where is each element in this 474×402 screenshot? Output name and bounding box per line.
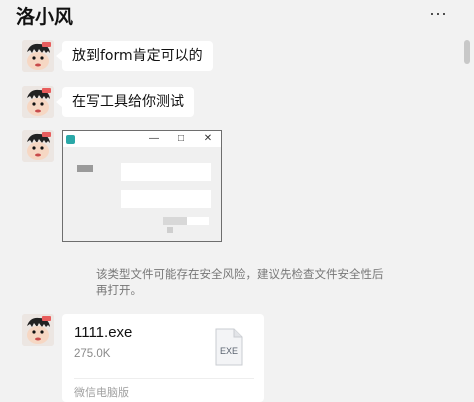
blurred-label	[77, 165, 93, 172]
security-notice: 该类型文件可能存在安全风险，建议先检查文件安全性后再打开。	[96, 267, 384, 297]
window-titlebar: — □ ✕	[63, 131, 221, 147]
divider	[74, 378, 254, 379]
avatar[interactable]	[22, 314, 54, 346]
blurred-button	[163, 217, 187, 225]
message-bubble[interactable]: 在写工具给你测试	[56, 87, 194, 117]
contact-name[interactable]: 洛小风	[16, 2, 73, 29]
maximize-icon: □	[177, 133, 185, 144]
text-field	[121, 190, 211, 208]
file-ext-label: EXE	[220, 346, 238, 356]
cartoon-avatar-icon	[22, 314, 54, 346]
scrollbar[interactable]	[464, 40, 470, 64]
message-text: 在写工具给你测试	[72, 94, 184, 110]
text-field	[121, 163, 211, 181]
file-size: 275.0K	[74, 348, 111, 360]
chat-header: 洛小风 ···	[0, 0, 474, 36]
exe-file-icon: EXE	[215, 328, 243, 366]
cartoon-avatar-icon	[22, 40, 54, 72]
avatar[interactable]	[22, 130, 54, 162]
cartoon-avatar-icon	[22, 130, 54, 162]
close-icon: ✕	[203, 133, 213, 144]
screenshot-image[interactable]: — □ ✕	[62, 130, 222, 242]
avatar[interactable]	[22, 40, 54, 72]
file-source-label: 微信电脑版	[74, 386, 129, 399]
message-text: 放到form肯定可以的	[72, 48, 203, 64]
message-bubble[interactable]: 放到form肯定可以的	[56, 41, 213, 71]
minimize-icon: —	[149, 133, 159, 144]
blurred-button	[167, 227, 173, 233]
blurred-button	[187, 217, 209, 225]
more-dots-icon[interactable]: ···	[426, 4, 450, 22]
avatar[interactable]	[22, 86, 54, 118]
cartoon-avatar-icon	[22, 86, 54, 118]
app-icon	[66, 135, 75, 144]
file-message-card[interactable]: 1111.exe 275.0K EXE 微信电脑版	[62, 314, 264, 402]
file-name: 1111.exe	[74, 324, 133, 341]
